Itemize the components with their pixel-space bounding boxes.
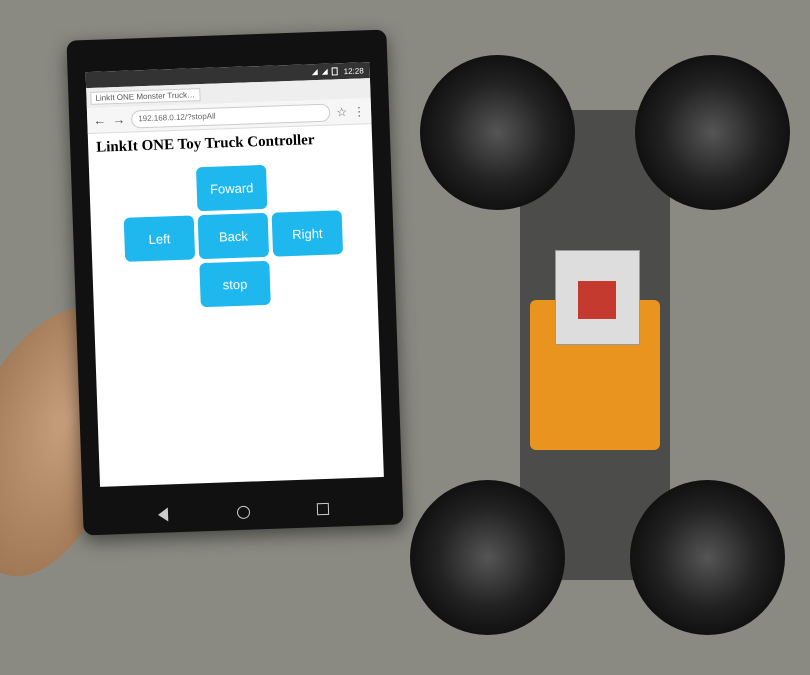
android-back-button[interactable] xyxy=(155,506,172,523)
dpad-controls: Foward Left Back Right stop xyxy=(97,161,370,310)
forward-label: Foward xyxy=(210,180,254,197)
rc-truck xyxy=(400,20,790,660)
left-button[interactable]: Left xyxy=(124,215,195,261)
page-content: LinkIt ONE Toy Truck Controller Foward L… xyxy=(88,124,378,317)
right-button[interactable]: Right xyxy=(272,210,343,256)
page-title: LinkIt ONE Toy Truck Controller xyxy=(96,130,364,156)
url-bar[interactable]: 192.168.0.12/?stopAll xyxy=(131,103,331,128)
forward-icon[interactable]: → xyxy=(112,112,126,127)
wheel-front-left xyxy=(420,55,575,210)
square-icon xyxy=(317,503,329,515)
circle-icon xyxy=(236,505,249,518)
wheel-front-right xyxy=(635,55,790,210)
android-recent-button[interactable] xyxy=(315,501,332,518)
back-label: Back xyxy=(219,228,248,244)
triangle-icon xyxy=(158,507,168,521)
menu-icon[interactable]: ⋮ xyxy=(353,104,365,118)
back-icon[interactable]: ← xyxy=(93,112,107,127)
linkit-board xyxy=(555,250,640,345)
forward-button[interactable]: Foward xyxy=(196,165,267,211)
tab-title: LinkIt ONE Monster Truck C... xyxy=(95,90,200,103)
stop-label: stop xyxy=(223,276,248,292)
bookmark-icon[interactable]: ☆ xyxy=(336,104,347,118)
status-icons xyxy=(312,67,338,76)
tablet-screen: 12:28 LinkIt ONE Monster Truck C... ← → … xyxy=(86,62,384,487)
stop-button[interactable]: stop xyxy=(199,261,270,307)
wheel-rear-left xyxy=(410,480,565,635)
tablet-device: 12:28 LinkIt ONE Monster Truck C... ← → … xyxy=(66,30,403,536)
signal-icon xyxy=(322,69,328,75)
left-label: Left xyxy=(148,231,170,247)
battery-icon xyxy=(332,67,338,75)
back-button[interactable]: Back xyxy=(198,213,269,259)
right-label: Right xyxy=(292,225,323,241)
wifi-icon xyxy=(312,69,318,75)
android-home-button[interactable] xyxy=(235,504,252,521)
browser-tab[interactable]: LinkIt ONE Monster Truck C... xyxy=(90,88,200,105)
status-time: 12:28 xyxy=(343,66,363,76)
wheel-rear-right xyxy=(630,480,785,635)
url-text: 192.168.0.12/?stopAll xyxy=(138,112,216,124)
android-nav-bar xyxy=(83,498,403,525)
